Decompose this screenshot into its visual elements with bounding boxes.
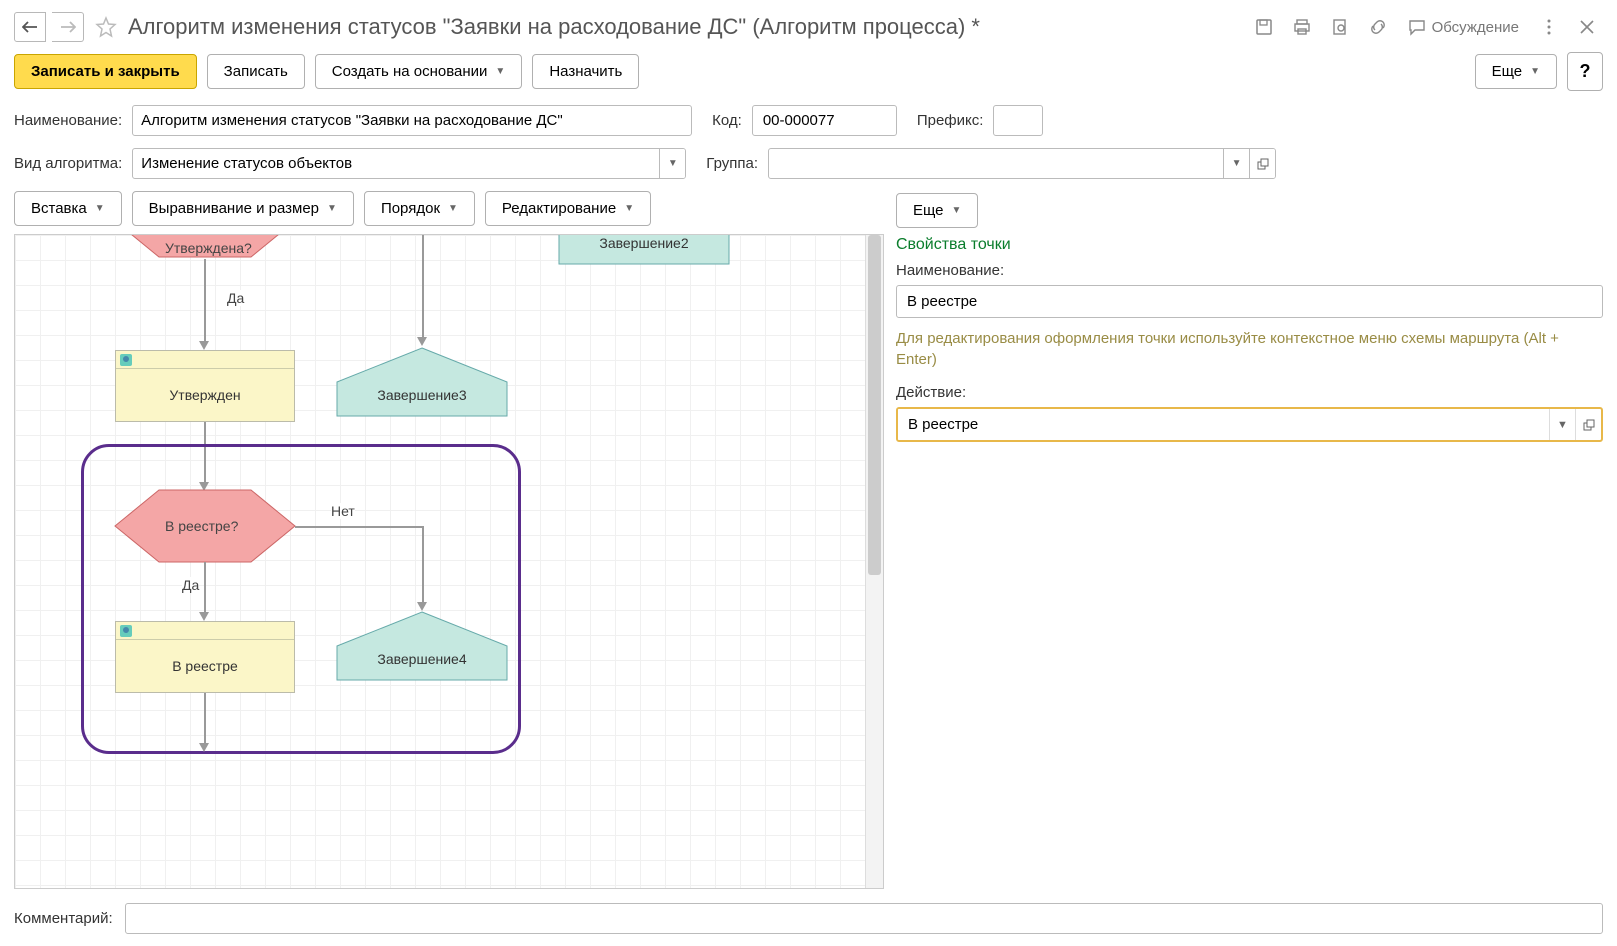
assign-button[interactable]: Назначить [532,54,639,89]
create-based-button[interactable]: Создать на основании ▼ [315,54,523,89]
save-close-button[interactable]: Записать и закрыть [14,54,197,89]
algo-dropdown-button[interactable]: ▼ [659,149,685,178]
chevron-down-icon: ▼ [1530,66,1540,77]
group-open-button[interactable] [1249,149,1275,178]
chat-icon [1408,18,1426,36]
end-node-3[interactable]: Завершение3 [336,347,508,417]
props-action-input[interactable] [898,409,1549,440]
scroll-thumb[interactable] [868,235,881,575]
chevron-down-icon: ▼ [448,203,458,214]
order-label: Порядок [381,200,440,217]
end3-label: Завершение3 [336,387,508,403]
diagram-canvas[interactable]: Утверждена? Да Утвержден [14,234,884,889]
user-icon [120,354,132,366]
end2-label: Завершение2 [558,235,730,251]
chevron-down-icon: ▼ [624,203,634,214]
algo-select[interactable]: ▼ [132,148,686,179]
more-label: Еще [1492,63,1523,80]
more-icon[interactable] [1537,15,1561,39]
discuss-button[interactable]: Обсуждение [1408,18,1519,36]
nav-forward-button[interactable] [52,12,84,42]
align-label: Выравнивание и размер [149,200,319,217]
preview-icon[interactable] [1328,15,1352,39]
chevron-down-icon: ▼ [327,203,337,214]
prefix-input[interactable] [993,105,1043,136]
favorite-icon[interactable] [94,15,118,39]
arrow-right-icon [60,21,76,33]
props-action-label: Действие: [896,384,1603,401]
comment-input[interactable] [125,903,1603,934]
end4-label: Завершение4 [336,651,508,667]
more-button[interactable]: Еще ▼ [1475,54,1557,89]
nav-back-button[interactable] [14,12,46,42]
prefix-label: Префикс: [917,112,984,129]
code-label: Код: [712,112,742,129]
flow-label-yes1: Да [227,290,244,306]
chevron-down-icon: ▼ [495,66,505,77]
comment-label: Комментарий: [14,910,113,927]
chevron-down-icon: ▼ [95,203,105,214]
save-button[interactable]: Записать [207,54,305,89]
print-icon[interactable] [1290,15,1314,39]
flow-label-yes2: Да [182,577,199,593]
algo-label: Вид алгоритма: [14,155,122,172]
task-approved[interactable]: Утвержден [115,350,295,422]
scrollbar-vertical[interactable] [865,235,883,888]
group-dropdown-button[interactable]: ▼ [1223,149,1249,178]
insert-button[interactable]: Вставка ▼ [14,191,122,226]
props-name-input[interactable] [896,285,1603,318]
code-input[interactable] [752,105,897,136]
save-file-icon[interactable] [1252,15,1276,39]
chevron-down-icon: ▼ [952,205,962,216]
group-select[interactable]: ▼ [768,148,1276,179]
group-input[interactable] [769,149,1223,178]
page-title: Алгоритм изменения статусов "Заявки на р… [128,14,1242,40]
task-in-registry[interactable]: В реестре [115,621,295,693]
user-icon [120,625,132,637]
action-dropdown-button[interactable]: ▼ [1549,409,1575,440]
props-hint: Для редактирования оформления точки испо… [896,328,1603,370]
insert-label: Вставка [31,200,87,217]
end-node-2[interactable]: Завершение2 [558,234,730,265]
edit-button[interactable]: Редактирование ▼ [485,191,651,226]
edit-label: Редактирование [502,200,616,217]
props-title: Свойства точки [896,236,1603,254]
flow-label-no: Нет [331,503,355,519]
discuss-label: Обсуждение [1432,19,1519,36]
action-open-button[interactable] [1575,409,1601,440]
decision-approved: Утверждена? [165,240,252,256]
create-based-label: Создать на основании [332,63,488,80]
group-label: Группа: [706,155,758,172]
align-button[interactable]: Выравнивание и размер ▼ [132,191,354,226]
order-button[interactable]: Порядок ▼ [364,191,475,226]
help-button[interactable]: ? [1567,52,1603,91]
algo-input[interactable] [133,149,659,178]
arrow-left-icon [22,21,38,33]
end-node-4[interactable]: Завершение4 [336,611,508,681]
name-label: Наименование: [14,112,122,129]
link-icon[interactable] [1366,15,1390,39]
name-input[interactable] [132,105,692,136]
props-action-select[interactable]: ▼ [896,407,1603,442]
decision2-label: В реестре? [165,518,238,534]
close-icon[interactable] [1575,15,1599,39]
props-name-label: Наименование: [896,262,1603,279]
right-more-label: Еще [913,202,944,219]
right-more-button[interactable]: Еще ▼ [896,193,978,228]
